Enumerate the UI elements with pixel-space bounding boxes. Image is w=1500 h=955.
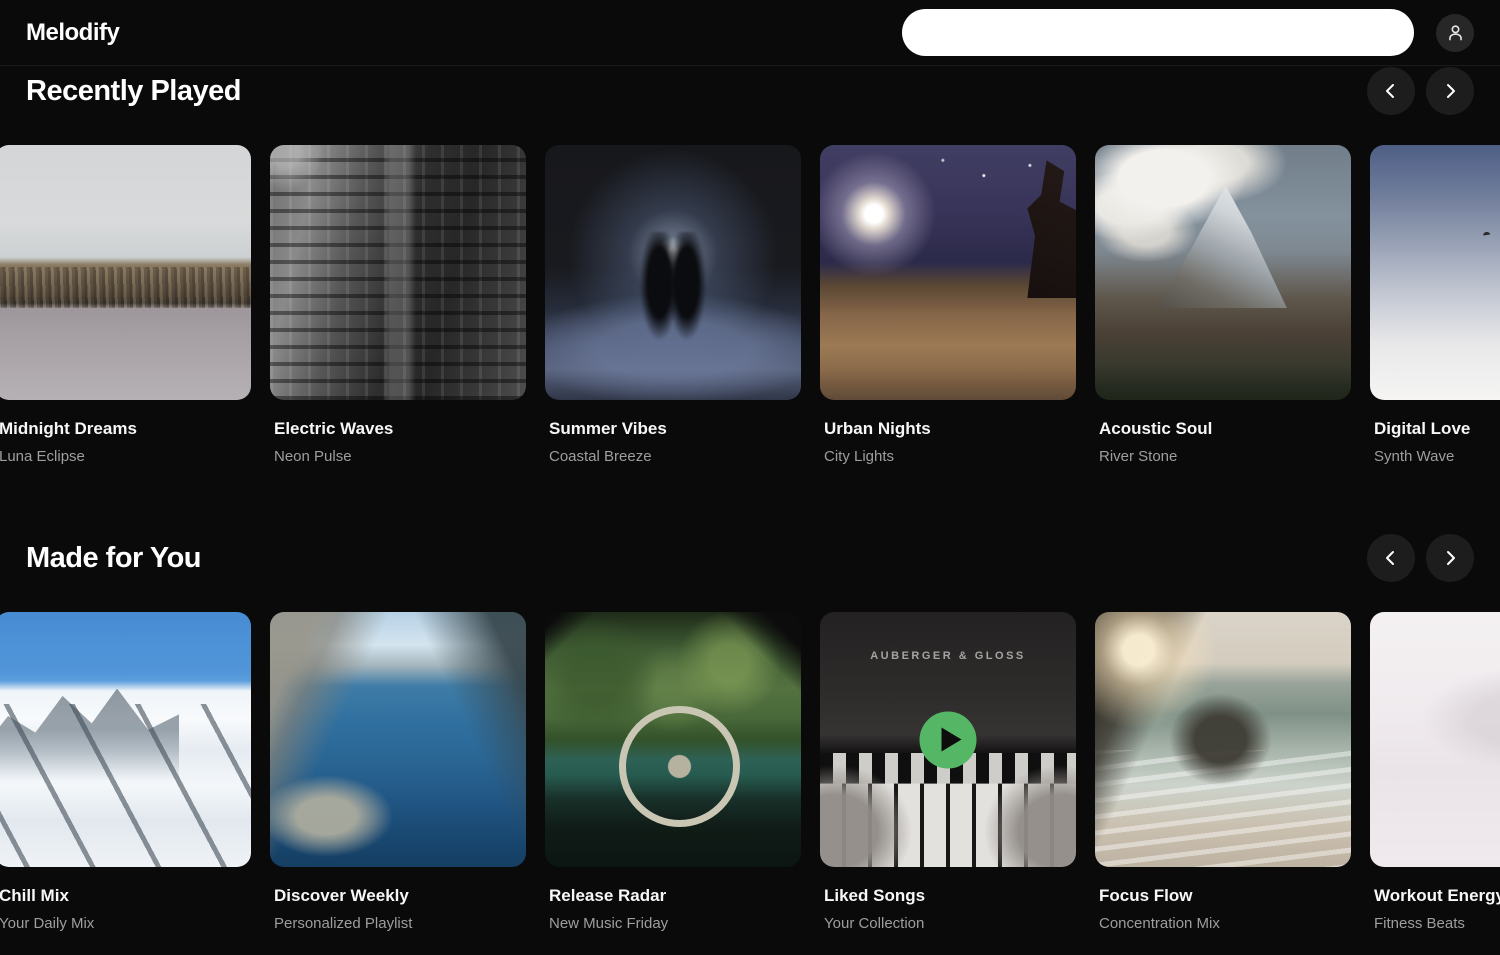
card-urban-nights[interactable]: Urban Nights City Lights bbox=[820, 145, 1076, 467]
chevron-right-icon bbox=[1442, 83, 1458, 99]
card-subtitle: Your Collection bbox=[824, 914, 1072, 934]
section-made-for-you: Made for You Chill Mix Your Daily Mix bbox=[0, 534, 1500, 934]
album-art[interactable] bbox=[0, 145, 251, 400]
album-art[interactable]: AUBERGER & GLOSS bbox=[820, 612, 1076, 867]
section-title: Recently Played bbox=[26, 75, 241, 108]
section-recently-played: Recently Played Midnight Dreams Luna Ecl… bbox=[0, 67, 1500, 467]
app-logo: Melodify bbox=[26, 19, 119, 47]
card-title: Chill Mix bbox=[0, 885, 247, 907]
album-art[interactable] bbox=[545, 145, 801, 400]
card-title: Urban Nights bbox=[824, 418, 1072, 440]
card-subtitle: Coastal Breeze bbox=[549, 447, 797, 467]
carousel-next-button[interactable] bbox=[1426, 67, 1474, 115]
album-art[interactable] bbox=[545, 612, 801, 867]
card-chill-mix[interactable]: Chill Mix Your Daily Mix bbox=[0, 612, 251, 934]
card-title: Electric Waves bbox=[274, 418, 522, 440]
recently-played-carousel: Midnight Dreams Luna Eclipse Electric Wa… bbox=[0, 145, 1500, 467]
album-art[interactable] bbox=[1095, 612, 1351, 867]
card-title: Summer Vibes bbox=[549, 418, 797, 440]
search-input[interactable] bbox=[902, 9, 1414, 56]
app-header: Melodify bbox=[0, 0, 1500, 66]
card-digital-love[interactable]: Digital Love Synth Wave bbox=[1370, 145, 1500, 467]
card-subtitle: River Stone bbox=[1099, 447, 1347, 467]
card-title: Workout Energy bbox=[1374, 885, 1500, 907]
card-subtitle: City Lights bbox=[824, 447, 1072, 467]
user-icon bbox=[1446, 23, 1465, 42]
card-subtitle: Synth Wave bbox=[1374, 447, 1500, 467]
card-title: Liked Songs bbox=[824, 885, 1072, 907]
album-art[interactable] bbox=[270, 612, 526, 867]
play-button[interactable] bbox=[920, 711, 977, 768]
album-art[interactable] bbox=[1370, 612, 1500, 867]
profile-button[interactable] bbox=[1436, 14, 1474, 52]
album-art[interactable] bbox=[820, 145, 1076, 400]
album-art[interactable] bbox=[1370, 145, 1500, 400]
chevron-right-icon bbox=[1442, 550, 1458, 566]
card-title: Discover Weekly bbox=[274, 885, 522, 907]
carousel-prev-button[interactable] bbox=[1367, 534, 1415, 582]
album-art[interactable] bbox=[0, 612, 251, 867]
made-for-you-carousel: Chill Mix Your Daily Mix Discover Weekly… bbox=[0, 612, 1500, 934]
album-art[interactable] bbox=[270, 145, 526, 400]
carousel-prev-button[interactable] bbox=[1367, 67, 1415, 115]
card-title: Acoustic Soul bbox=[1099, 418, 1347, 440]
card-midnight-dreams[interactable]: Midnight Dreams Luna Eclipse bbox=[0, 145, 251, 467]
card-focus-flow[interactable]: Focus Flow Concentration Mix bbox=[1095, 612, 1351, 934]
card-subtitle: Your Daily Mix bbox=[0, 914, 247, 934]
chevron-left-icon bbox=[1383, 83, 1399, 99]
card-subtitle: Concentration Mix bbox=[1099, 914, 1347, 934]
card-subtitle: Personalized Playlist bbox=[274, 914, 522, 934]
card-electric-waves[interactable]: Electric Waves Neon Pulse bbox=[270, 145, 526, 467]
card-liked-songs[interactable]: AUBERGER & GLOSS Liked Songs Your Collec… bbox=[820, 612, 1076, 934]
card-subtitle: Neon Pulse bbox=[274, 447, 522, 467]
card-subtitle: Fitness Beats bbox=[1374, 914, 1500, 934]
card-title: Release Radar bbox=[549, 885, 797, 907]
card-acoustic-soul[interactable]: Acoustic Soul River Stone bbox=[1095, 145, 1351, 467]
section-title: Made for You bbox=[26, 542, 201, 575]
chevron-left-icon bbox=[1383, 550, 1399, 566]
card-workout-energy[interactable]: Workout Energy Fitness Beats bbox=[1370, 612, 1500, 934]
card-title: Midnight Dreams bbox=[0, 418, 247, 440]
card-release-radar[interactable]: Release Radar New Music Friday bbox=[545, 612, 801, 934]
card-title: Digital Love bbox=[1374, 418, 1500, 440]
card-subtitle: Luna Eclipse bbox=[0, 447, 247, 467]
carousel-next-button[interactable] bbox=[1426, 534, 1474, 582]
play-icon bbox=[941, 728, 961, 752]
card-summer-vibes[interactable]: Summer Vibes Coastal Breeze bbox=[545, 145, 801, 467]
card-discover-weekly[interactable]: Discover Weekly Personalized Playlist bbox=[270, 612, 526, 934]
card-title: Focus Flow bbox=[1099, 885, 1347, 907]
album-art[interactable] bbox=[1095, 145, 1351, 400]
piano-brand-text: AUBERGER & GLOSS bbox=[820, 650, 1076, 662]
card-subtitle: New Music Friday bbox=[549, 914, 797, 934]
